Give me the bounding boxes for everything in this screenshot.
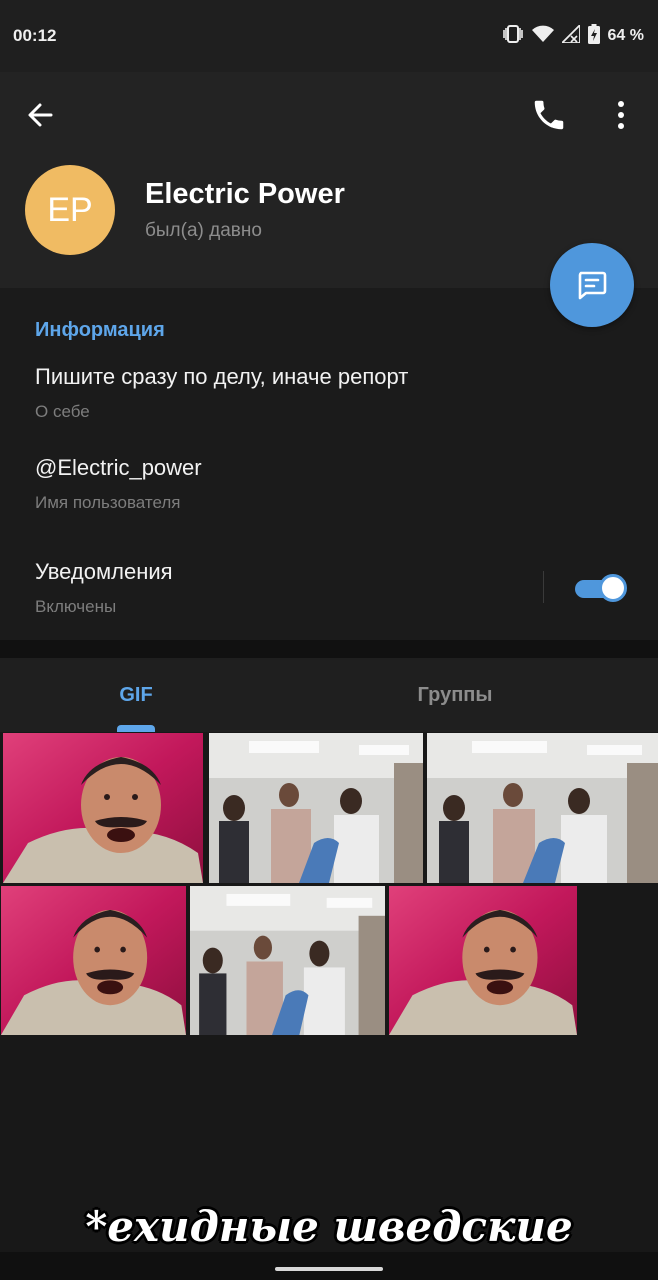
media-tabs: GIF Группы (0, 658, 658, 732)
tab-groups[interactable]: Группы (272, 658, 638, 732)
gif-office-group-image (209, 733, 423, 883)
bio-label: О себе (35, 402, 90, 421)
arrow-left-icon (28, 103, 53, 127)
gif-office-group-image (190, 886, 385, 1035)
more-vertical-icon (618, 101, 624, 129)
status-icons: 64 % (502, 22, 644, 49)
info-section: Информация Пишите сразу по делу, иначе р… (0, 288, 658, 640)
battery-charging-icon (587, 23, 600, 49)
gif-grid (0, 732, 658, 1252)
active-tab-indicator (117, 725, 155, 732)
gif-office-group-image (427, 733, 658, 883)
battery-percent: 64 % (607, 27, 644, 44)
gif-laughing-man-image (389, 886, 577, 1035)
gif-thumbnail[interactable] (209, 733, 423, 883)
call-button[interactable] (530, 96, 568, 134)
gif-laughing-man-image (1, 886, 186, 1035)
section-divider (0, 640, 658, 658)
signal-icon (559, 22, 581, 48)
profile-header: EP Electric Power был(а) давно (0, 72, 658, 288)
send-message-button[interactable] (550, 243, 634, 327)
vibrate-icon (502, 24, 524, 49)
message-icon (578, 271, 607, 300)
home-gesture-handle[interactable] (275, 1267, 383, 1271)
wifi-icon (531, 25, 554, 48)
gif-thumbnail[interactable] (427, 733, 658, 883)
profile-name: Electric Power (145, 178, 345, 210)
username-text[interactable]: @Electric_power (35, 455, 202, 481)
system-nav-bar (0, 1252, 658, 1280)
toggle-knob (599, 574, 627, 602)
notifications-state: Включены (35, 597, 117, 616)
gif-laughing-man-image (3, 733, 203, 883)
avatar[interactable]: EP (25, 165, 115, 255)
gif-thumbnail[interactable] (389, 886, 577, 1035)
divider (543, 571, 544, 603)
gif-thumbnail[interactable] (1, 886, 186, 1035)
gif-thumbnail[interactable] (190, 886, 385, 1035)
tab-gif[interactable]: GIF (0, 658, 272, 732)
notifications-toggle[interactable] (575, 574, 627, 602)
last-seen-status: был(а) давно (145, 220, 262, 241)
more-menu-button[interactable] (606, 98, 636, 132)
notifications-row[interactable]: Уведомления (35, 559, 173, 585)
bio-text[interactable]: Пишите сразу по делу, иначе репорт (35, 364, 408, 390)
username-label: Имя пользователя (35, 493, 181, 512)
status-time: 00:12 (13, 26, 57, 45)
status-bar: 00:12 64 % (0, 0, 658, 72)
back-button[interactable] (22, 98, 60, 132)
info-section-title: Информация (35, 319, 165, 341)
gif-thumbnail[interactable] (3, 733, 203, 883)
phone-icon (534, 100, 564, 130)
